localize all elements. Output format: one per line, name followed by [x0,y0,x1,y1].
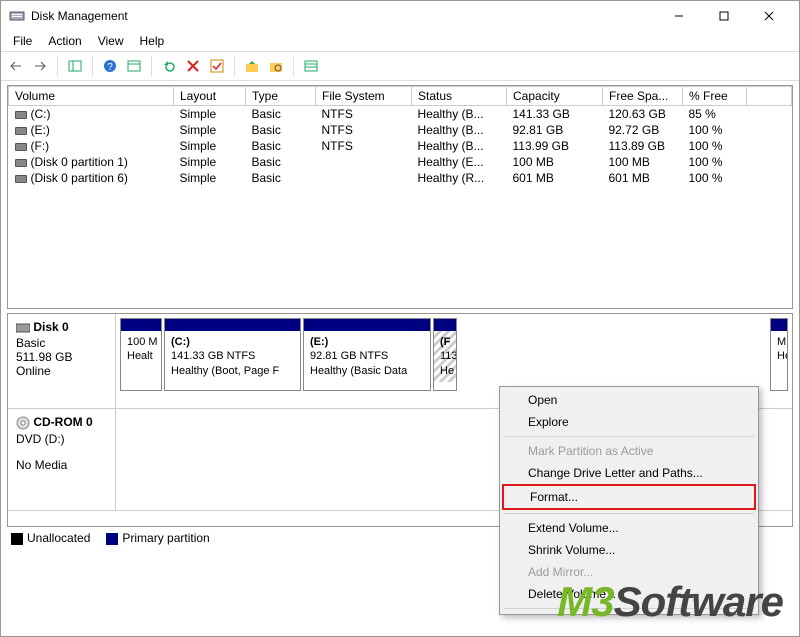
context-menu-item[interactable]: Delete Volume... [502,583,756,605]
toolbar: ? [1,52,799,80]
disk-status: Online [16,364,107,378]
table-row[interactable]: (Disk 0 partition 1)SimpleBasicHealthy (… [9,154,792,170]
context-menu-item[interactable]: Open [502,389,756,411]
partition-box[interactable]: MBHealthy (R [770,318,788,391]
menu-help[interactable]: Help [132,32,173,50]
col-filesystem[interactable]: File System [316,87,412,106]
delete-icon[interactable] [182,55,204,77]
disk-type: DVD (D:) [16,432,107,446]
window-title: Disk Management [31,9,656,23]
disk-status: No Media [16,458,107,472]
context-menu-item[interactable]: Explore [502,411,756,433]
context-menu-item: Add Mirror... [502,561,756,583]
context-menu-separator [504,608,754,609]
show-hide-console-tree-button[interactable] [64,55,86,77]
help-button[interactable]: ? [99,55,121,77]
disk-label: CD-ROM 0 DVD (D:) No Media [8,409,116,510]
col-layout[interactable]: Layout [174,87,246,106]
disk-name: CD-ROM 0 [33,415,92,429]
partition-box[interactable]: 100 MHealt [120,318,162,391]
menu-bar: File Action View Help [1,31,799,51]
folder-search-icon[interactable] [265,55,287,77]
properties-button[interactable] [123,55,145,77]
context-menu-item[interactable]: Change Drive Letter and Paths... [502,462,756,484]
partition-box[interactable]: (F113He [433,318,457,391]
refresh-button[interactable] [158,55,180,77]
partition-box[interactable]: (C:)141.33 GB NTFSHealthy (Boot, Page F [164,318,301,391]
list-view-icon[interactable] [300,55,322,77]
menu-view[interactable]: View [90,32,132,50]
volume-icon [15,175,27,183]
cdrom-icon [16,415,30,429]
col-status[interactable]: Status [412,87,507,106]
col-type[interactable]: Type [246,87,316,106]
back-button[interactable] [5,55,27,77]
svg-text:?: ? [107,62,113,73]
column-header-row: Volume Layout Type File System Status Ca… [9,87,792,106]
disk-label: Disk 0 Basic 511.98 GB Online [8,314,116,408]
menu-action[interactable]: Action [40,32,89,50]
table-row[interactable]: (E:)SimpleBasicNTFSHealthy (B...92.81 GB… [9,122,792,138]
minimize-button[interactable] [656,1,701,31]
volume-icon [15,159,27,167]
volume-icon [15,143,27,151]
menu-file[interactable]: File [5,32,40,50]
volume-list-pane: Volume Layout Type File System Status Ca… [7,85,793,309]
disk-size: 511.98 GB [16,350,107,364]
volume-icon [15,111,27,119]
forward-button[interactable] [29,55,51,77]
disk-name: Disk 0 [33,320,68,334]
app-icon [9,8,25,24]
check-icon[interactable] [206,55,228,77]
context-menu-item[interactable]: Shrink Volume... [502,539,756,561]
context-menu-item[interactable]: Extend Volume... [502,517,756,539]
folder-up-icon[interactable] [241,55,263,77]
maximize-button[interactable] [701,1,746,31]
table-row[interactable]: (F:)SimpleBasicNTFSHealthy (B...113.99 G… [9,138,792,154]
swatch-unallocated [11,533,23,545]
col-volume[interactable]: Volume [9,87,174,106]
context-menu-item[interactable]: Format... [502,484,756,510]
col-freespace[interactable]: Free Spa... [603,87,683,106]
swatch-primary [106,533,118,545]
col-pctfree[interactable]: % Free [683,87,747,106]
legend-primary: Primary partition [122,531,209,545]
volume-icon [15,127,27,135]
context-menu: OpenExplore Mark Partition as ActiveChang… [499,386,759,615]
volume-table: Volume Layout Type File System Status Ca… [8,86,792,186]
context-menu-separator [504,513,754,514]
disk-type: Basic [16,336,107,350]
disk-icon [16,320,30,334]
col-capacity[interactable]: Capacity [507,87,603,106]
context-menu-separator [504,436,754,437]
legend-unallocated: Unallocated [27,531,90,545]
table-row[interactable]: (Disk 0 partition 6)SimpleBasicHealthy (… [9,170,792,186]
table-row[interactable]: (C:)SimpleBasicNTFSHealthy (B...141.33 G… [9,106,792,123]
titlebar: Disk Management [1,1,799,31]
context-menu-item: Mark Partition as Active [502,440,756,462]
close-button[interactable] [746,1,791,31]
partition-box[interactable]: (E:)92.81 GB NTFSHealthy (Basic Data [303,318,431,391]
